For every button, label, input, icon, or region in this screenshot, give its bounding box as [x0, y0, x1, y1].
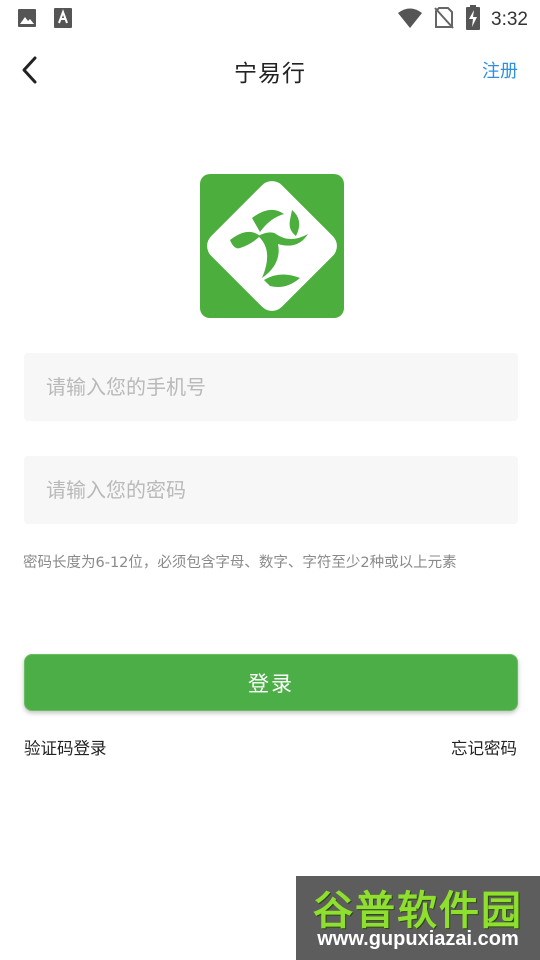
login-button[interactable]: 登录 [24, 654, 518, 711]
watermark-url: www.gupuxiazai.com [317, 928, 519, 950]
page-title: 宁易行 [234, 61, 306, 87]
forgot-password-link[interactable]: 忘记密码 [451, 735, 517, 759]
sms-login-link[interactable]: 验证码登录 [24, 735, 107, 759]
password-input[interactable] [24, 456, 518, 524]
text-a-icon [54, 8, 72, 32]
image-icon [17, 8, 37, 32]
wifi-icon [397, 7, 423, 33]
register-link[interactable]: 注册 [482, 57, 518, 83]
no-sim-icon [433, 6, 455, 34]
app-header: 宁易行 注册 [0, 40, 540, 100]
battery-charging-icon [465, 5, 481, 35]
app-logo [200, 174, 344, 318]
password-hint: 密码长度为6-12位，必须包含字母、数字、字符至少2种或以上元素 [23, 555, 457, 571]
login-page: 3:32 宁易行 注册 密码长度为6-12位，必须包含字母、数字、字符至少2种或… [0, 0, 540, 960]
phone-input[interactable] [24, 353, 518, 421]
status-time: 3:32 [491, 9, 528, 30]
watermark: 谷普软件园 www.gupuxiazai.com [296, 876, 540, 960]
status-bar: 3:32 [0, 0, 540, 36]
